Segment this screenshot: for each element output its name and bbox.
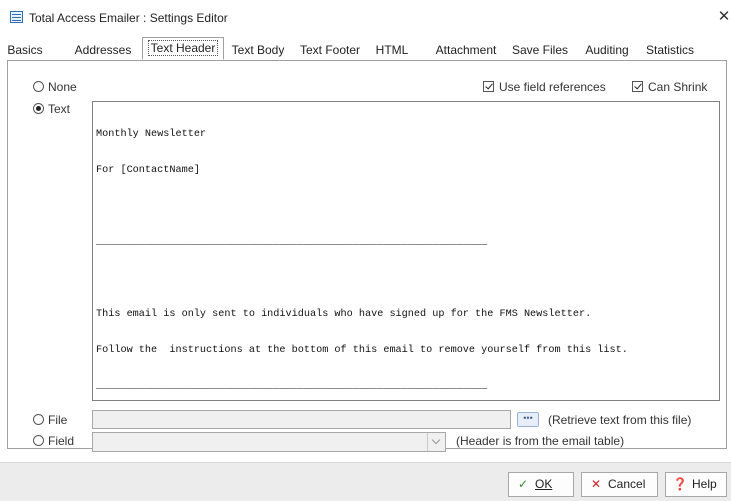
x-icon: ✕ [590, 477, 602, 491]
can-shrink-checkbox[interactable] [632, 81, 643, 92]
tab-addresses[interactable]: Addresses [68, 40, 138, 60]
text-line: This email is only sent to individuals w… [96, 309, 592, 320]
file-path-input[interactable] [92, 410, 511, 429]
can-shrink-label: Can Shrink [648, 80, 708, 94]
chevron-down-icon[interactable] [427, 433, 445, 451]
form-icon [10, 11, 23, 23]
tab-text-header[interactable]: Text Header [142, 37, 224, 60]
cancel-button[interactable]: ✕ Cancel [581, 472, 658, 497]
help-button[interactable]: ❓ Help [665, 472, 727, 497]
help-icon: ❓ [672, 477, 688, 491]
text-line [96, 273, 716, 285]
tab-html[interactable]: HTML [370, 40, 414, 60]
text-line: Follow the instructions at the bottom of… [96, 345, 628, 356]
text-line: For [ContactName] [96, 165, 200, 176]
radio-file[interactable] [33, 414, 44, 425]
tab-statistics[interactable]: Statistics [640, 40, 700, 60]
tab-text-body[interactable]: Text Body [226, 40, 290, 60]
ok-button[interactable]: ✓ OK [508, 472, 574, 497]
tab-basics[interactable]: Basics [0, 40, 50, 60]
radio-field[interactable] [33, 435, 44, 446]
button-bar: ✓ OK ✕ Cancel ❓ Help [0, 462, 731, 501]
radio-text-label: Text [48, 102, 71, 116]
close-button[interactable]: ✕ [717, 7, 731, 27]
tab-text-header-label: Text Header [147, 40, 219, 56]
radio-field-label: Field [48, 434, 75, 448]
field-select[interactable] [92, 432, 446, 452]
check-icon: ✓ [517, 477, 529, 491]
tab-bar: Basics Addresses Text Header Text Body T… [0, 36, 731, 60]
radio-text[interactable] [33, 103, 44, 114]
field-hint: (Header is from the email table) [456, 434, 625, 448]
radio-none[interactable] [33, 81, 44, 92]
radio-none-label: None [48, 80, 77, 94]
tab-text-footer[interactable]: Text Footer [294, 40, 366, 60]
text-line [96, 201, 716, 213]
title-bar: Total Access Emailer : Settings Editor ✕ [0, 0, 731, 36]
browse-file-button[interactable]: ••• [517, 412, 539, 427]
use-field-references-label: Use field references [499, 80, 606, 94]
text-line: ________________________________________… [96, 381, 488, 392]
window-title: Total Access Emailer : Settings Editor [29, 11, 228, 25]
text-line: ________________________________________… [96, 237, 488, 248]
use-field-references-checkbox[interactable] [483, 81, 494, 92]
text-line: Monthly Newsletter [96, 129, 207, 140]
tab-auditing[interactable]: Auditing [576, 40, 638, 60]
header-text-editor[interactable]: Monthly Newsletter For [ContactName] ___… [92, 101, 720, 401]
tab-attachment[interactable]: Attachment [428, 40, 504, 60]
tab-save-files[interactable]: Save Files [508, 40, 572, 60]
radio-file-label: File [48, 413, 68, 427]
file-hint: (Retrieve text from this file) [548, 413, 692, 427]
